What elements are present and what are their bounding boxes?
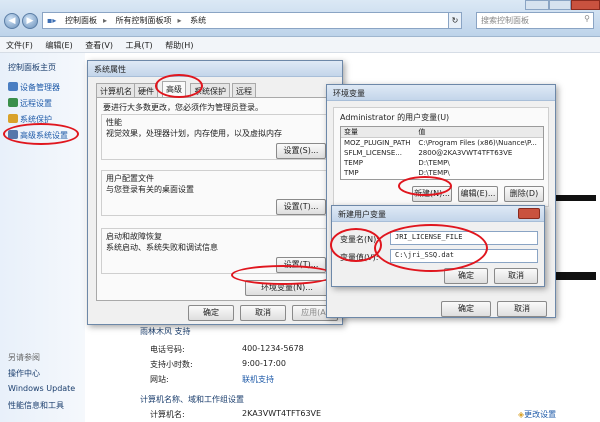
change-settings-label: 更改设置 bbox=[524, 410, 557, 419]
menu-file[interactable]: 文件(F) bbox=[6, 41, 33, 50]
cancel-button[interactable]: 取消 bbox=[240, 305, 286, 321]
var-name-cell: MOZ_PLUGIN_PATH bbox=[344, 138, 411, 147]
remote-settings-link[interactable]: 远程设置 bbox=[8, 98, 52, 109]
new-var-cancel-button[interactable]: 取消 bbox=[494, 268, 538, 284]
back-button[interactable]: ◀ bbox=[4, 13, 20, 29]
edit-variable-button[interactable]: 编辑(E)... bbox=[458, 186, 498, 202]
brand-logo-fragment bbox=[556, 195, 596, 201]
breadcrumb-item[interactable]: 所有控制面板项 bbox=[116, 16, 172, 25]
table-row[interactable]: MOZ_PLUGIN_PATH C:\Program Files (x86)\Nu… bbox=[341, 138, 543, 148]
system-properties-title: 系统属性 bbox=[88, 61, 342, 77]
performance-group: 性能 视觉效果，处理器计划，内存使用，以及虚拟内存 设置(S)... bbox=[101, 114, 329, 160]
performance-heading: 性能 bbox=[106, 118, 122, 127]
hours-label: 支持小时数: bbox=[150, 360, 193, 369]
search-icon: ⚲ bbox=[584, 14, 590, 23]
phone-label: 电话号码: bbox=[150, 345, 185, 354]
admin-note: 要进行大多数更改，您必须作为管理员登录。 bbox=[103, 103, 263, 112]
var-name-cell: TMP bbox=[344, 168, 359, 177]
startup-recovery-heading: 启动和故障恢复 bbox=[106, 232, 162, 241]
breadcrumb-root-icon: ▪▸ bbox=[47, 16, 57, 25]
column-header-value[interactable]: 值 bbox=[415, 127, 543, 138]
minimize-button[interactable] bbox=[525, 0, 549, 10]
highlight-ellipse bbox=[231, 265, 335, 285]
breadcrumb-item[interactable]: 控制面板 bbox=[65, 16, 97, 25]
windows-update-link[interactable]: Windows Update bbox=[8, 384, 75, 393]
var-name-cell: SFLM_LICENSE... bbox=[344, 148, 402, 157]
computer-name-label: 计算机名: bbox=[150, 410, 185, 419]
table-row[interactable]: TEMP D:\TEMP\ bbox=[341, 158, 543, 168]
close-button[interactable] bbox=[571, 0, 600, 10]
highlight-ellipse bbox=[3, 123, 79, 145]
var-value-cell: C:\Program Files (x86)\Nuance\P... bbox=[418, 138, 537, 147]
env-ok-button[interactable]: 确定 bbox=[441, 301, 491, 317]
table-row[interactable]: TMP D:\TEMP\ bbox=[341, 168, 543, 178]
link-label: 设备管理器 bbox=[20, 83, 60, 92]
column-header-variable[interactable]: 变量 bbox=[341, 127, 416, 138]
breadcrumb-separator-icon: ▸ bbox=[102, 16, 107, 25]
highlight-ellipse bbox=[398, 176, 452, 196]
back-arrow-icon: ◀ bbox=[8, 16, 16, 26]
refresh-icon[interactable]: ↻ bbox=[448, 12, 462, 29]
menu-edit[interactable]: 编辑(E) bbox=[45, 41, 72, 50]
user-profiles-settings-button[interactable]: 设置(T)... bbox=[276, 199, 326, 215]
var-name-cell: TEMP bbox=[344, 158, 363, 167]
tab-bar: 计算机名 硬件 高级 系统保护 远程 bbox=[96, 81, 336, 97]
table-row[interactable]: SFLM_LICENSE... 2800@2KA3VWT4TFT63VE bbox=[341, 148, 543, 158]
forward-button[interactable]: ▶ bbox=[22, 13, 38, 29]
breadcrumb-separator-icon: ▸ bbox=[177, 16, 182, 25]
tab-computer-name[interactable]: 计算机名 bbox=[96, 83, 136, 97]
change-settings-link[interactable]: ◈更改设置 bbox=[518, 409, 556, 420]
close-button[interactable] bbox=[518, 208, 540, 219]
website-label: 网站: bbox=[150, 375, 169, 384]
menu-bar: 文件(F) 编辑(E) 查看(V) 工具(T) 帮助(H) bbox=[0, 37, 600, 53]
device-manager-link[interactable]: 设备管理器 bbox=[8, 82, 60, 93]
computer-name-value: 2KA3VWT4TFT63VE bbox=[242, 409, 322, 418]
system-protection-icon bbox=[8, 114, 18, 123]
menu-help[interactable]: 帮助(H) bbox=[165, 41, 193, 50]
forward-arrow-icon: ▶ bbox=[26, 16, 34, 26]
menu-view[interactable]: 查看(V) bbox=[85, 41, 113, 50]
see-also-heading: 另请参阅 bbox=[8, 353, 40, 362]
user-profiles-group: 用户配置文件 与您登录有关的桌面设置 设置(T)... bbox=[101, 170, 329, 216]
remote-settings-icon bbox=[8, 98, 18, 107]
startup-recovery-description: 系统启动、系统失败和调试信息 bbox=[106, 243, 218, 252]
breadcrumb-item[interactable]: 系统 bbox=[190, 16, 206, 25]
menu-tools[interactable]: 工具(T) bbox=[126, 41, 153, 50]
delete-variable-button[interactable]: 删除(D) bbox=[504, 186, 544, 202]
highlight-ellipse bbox=[155, 74, 203, 98]
performance-description: 视觉效果，处理器计划，内存使用，以及虚拟内存 bbox=[106, 129, 282, 138]
ok-button[interactable]: 确定 bbox=[188, 305, 234, 321]
phone-value: 400-1234-5678 bbox=[242, 344, 304, 353]
link-label: 远程设置 bbox=[20, 99, 52, 108]
device-manager-icon bbox=[8, 82, 18, 91]
performance-settings-button[interactable]: 设置(S)... bbox=[276, 143, 326, 159]
domain-heading: 计算机名称、域和工作组设置 bbox=[140, 395, 244, 404]
window-titlebar: ◀ ▶ ▪▸ 控制面板 ▸ 所有控制面板项 ▸ 系统 ↻ 搜索控制面板 ⚲ bbox=[0, 0, 600, 37]
brand-logo-fragment bbox=[556, 272, 596, 280]
environment-variables-title: 环境变量 bbox=[327, 85, 555, 101]
var-value-cell: 2800@2KA3VWT4TFT63VE bbox=[418, 148, 513, 157]
action-center-link[interactable]: 操作中心 bbox=[8, 368, 40, 379]
search-placeholder: 搜索控制面板 bbox=[481, 16, 529, 25]
maximize-button[interactable] bbox=[549, 0, 571, 10]
user-vars-heading: Administrator 的用户变量(U) bbox=[340, 113, 450, 122]
control-panel-home-link[interactable]: 控制面板主页 bbox=[8, 62, 56, 73]
var-value-cell: D:\TEMP\ bbox=[418, 158, 450, 167]
tab-remote[interactable]: 远程 bbox=[232, 83, 256, 97]
system-properties-dialog: 系统属性 计算机名 硬件 高级 系统保护 远程 要进行大多数更改，您必须作为管理… bbox=[87, 60, 343, 325]
performance-info-link[interactable]: 性能信息和工具 bbox=[8, 400, 64, 411]
user-profiles-heading: 用户配置文件 bbox=[106, 174, 154, 183]
highlight-ellipse bbox=[374, 224, 488, 272]
new-user-variable-title: 新建用户变量 bbox=[332, 206, 544, 222]
user-profiles-description: 与您登录有关的桌面设置 bbox=[106, 185, 194, 194]
breadcrumb[interactable]: ▪▸ 控制面板 ▸ 所有控制面板项 ▸ 系统 bbox=[42, 12, 462, 29]
online-support-link[interactable]: 联机支持 bbox=[242, 374, 274, 385]
support-heading: 雨林木风 支持 bbox=[140, 327, 191, 336]
search-input[interactable]: 搜索控制面板 ⚲ bbox=[476, 12, 594, 29]
hours-value: 9:00-17:00 bbox=[242, 359, 286, 368]
env-cancel-button[interactable]: 取消 bbox=[497, 301, 547, 317]
user-vars-list[interactable]: 变量值 MOZ_PLUGIN_PATH C:\Program Files (x86… bbox=[340, 126, 544, 180]
